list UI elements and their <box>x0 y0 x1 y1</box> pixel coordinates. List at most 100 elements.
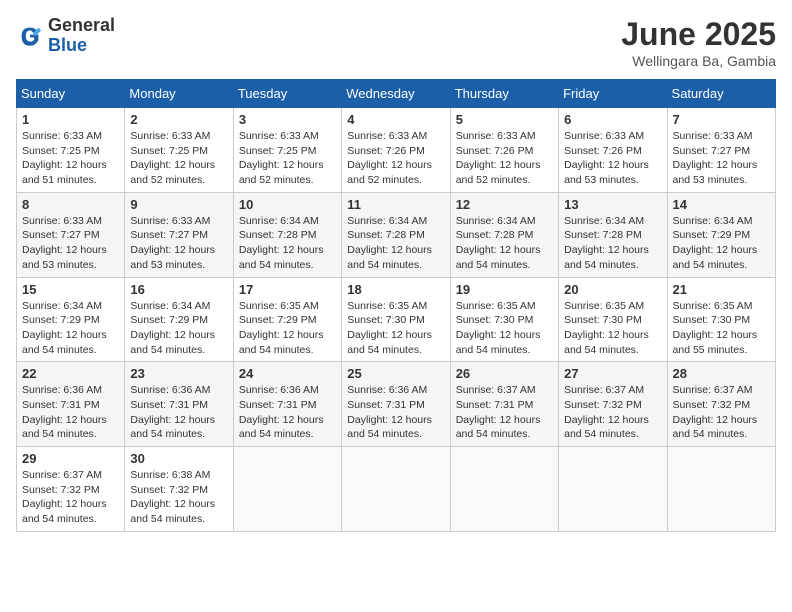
day-number: 10 <box>239 197 336 212</box>
sunrise-label: Sunrise: 6:34 AM <box>239 215 319 227</box>
day-number: 21 <box>673 282 770 297</box>
day-number: 28 <box>673 366 770 381</box>
day-info: Sunrise: 6:33 AM Sunset: 7:27 PM Dayligh… <box>22 214 119 273</box>
sunset-label: Sunset: 7:30 PM <box>347 314 425 326</box>
sunrise-label: Sunrise: 6:37 AM <box>22 469 102 481</box>
day-info: Sunrise: 6:34 AM Sunset: 7:28 PM Dayligh… <box>564 214 661 273</box>
sunset-label: Sunset: 7:31 PM <box>347 399 425 411</box>
daylight-label: Daylight: 12 hours and 54 minutes. <box>456 414 541 441</box>
logo-blue-text: Blue <box>48 36 115 56</box>
calendar-week-row: 1 Sunrise: 6:33 AM Sunset: 7:25 PM Dayli… <box>17 108 776 193</box>
day-info: Sunrise: 6:36 AM Sunset: 7:31 PM Dayligh… <box>22 383 119 442</box>
calendar-cell: 27 Sunrise: 6:37 AM Sunset: 7:32 PM Dayl… <box>559 362 667 447</box>
sunset-label: Sunset: 7:32 PM <box>673 399 751 411</box>
sunrise-label: Sunrise: 6:34 AM <box>130 300 210 312</box>
calendar-cell: 19 Sunrise: 6:35 AM Sunset: 7:30 PM Dayl… <box>450 277 558 362</box>
calendar-cell: 24 Sunrise: 6:36 AM Sunset: 7:31 PM Dayl… <box>233 362 341 447</box>
sunset-label: Sunset: 7:31 PM <box>22 399 100 411</box>
day-info: Sunrise: 6:35 AM Sunset: 7:30 PM Dayligh… <box>564 299 661 358</box>
day-info: Sunrise: 6:33 AM Sunset: 7:27 PM Dayligh… <box>673 129 770 188</box>
calendar-cell: 25 Sunrise: 6:36 AM Sunset: 7:31 PM Dayl… <box>342 362 450 447</box>
daylight-label: Daylight: 12 hours and 54 minutes. <box>347 414 432 441</box>
day-number: 3 <box>239 112 336 127</box>
day-info: Sunrise: 6:33 AM Sunset: 7:26 PM Dayligh… <box>347 129 444 188</box>
sunset-label: Sunset: 7:31 PM <box>456 399 534 411</box>
calendar-cell: 29 Sunrise: 6:37 AM Sunset: 7:32 PM Dayl… <box>17 447 125 532</box>
sunset-label: Sunset: 7:31 PM <box>130 399 208 411</box>
daylight-label: Daylight: 12 hours and 54 minutes. <box>239 329 324 356</box>
calendar-cell: 21 Sunrise: 6:35 AM Sunset: 7:30 PM Dayl… <box>667 277 775 362</box>
sunrise-label: Sunrise: 6:33 AM <box>564 130 644 142</box>
daylight-label: Daylight: 12 hours and 53 minutes. <box>22 244 107 271</box>
sunrise-label: Sunrise: 6:34 AM <box>564 215 644 227</box>
sunrise-label: Sunrise: 6:36 AM <box>347 384 427 396</box>
header-monday: Monday <box>125 80 233 108</box>
daylight-label: Daylight: 12 hours and 54 minutes. <box>564 244 649 271</box>
day-number: 15 <box>22 282 119 297</box>
daylight-label: Daylight: 12 hours and 54 minutes. <box>564 329 649 356</box>
sunset-label: Sunset: 7:29 PM <box>673 229 751 241</box>
calendar-cell: 7 Sunrise: 6:33 AM Sunset: 7:27 PM Dayli… <box>667 108 775 193</box>
sunrise-label: Sunrise: 6:33 AM <box>347 130 427 142</box>
day-number: 8 <box>22 197 119 212</box>
sunset-label: Sunset: 7:25 PM <box>239 145 317 157</box>
sunset-label: Sunset: 7:32 PM <box>22 484 100 496</box>
sunset-label: Sunset: 7:28 PM <box>456 229 534 241</box>
calendar-cell: 13 Sunrise: 6:34 AM Sunset: 7:28 PM Dayl… <box>559 192 667 277</box>
calendar-cell: 11 Sunrise: 6:34 AM Sunset: 7:28 PM Dayl… <box>342 192 450 277</box>
day-number: 1 <box>22 112 119 127</box>
day-info: Sunrise: 6:36 AM Sunset: 7:31 PM Dayligh… <box>130 383 227 442</box>
sunset-label: Sunset: 7:28 PM <box>347 229 425 241</box>
daylight-label: Daylight: 12 hours and 54 minutes. <box>456 329 541 356</box>
calendar-cell: 4 Sunrise: 6:33 AM Sunset: 7:26 PM Dayli… <box>342 108 450 193</box>
sunset-label: Sunset: 7:30 PM <box>564 314 642 326</box>
daylight-label: Daylight: 12 hours and 53 minutes. <box>130 244 215 271</box>
sunrise-label: Sunrise: 6:36 AM <box>239 384 319 396</box>
sunrise-label: Sunrise: 6:36 AM <box>22 384 102 396</box>
day-info: Sunrise: 6:34 AM Sunset: 7:29 PM Dayligh… <box>22 299 119 358</box>
daylight-label: Daylight: 12 hours and 55 minutes. <box>673 329 758 356</box>
calendar-header-row: SundayMondayTuesdayWednesdayThursdayFrid… <box>17 80 776 108</box>
day-info: Sunrise: 6:35 AM Sunset: 7:30 PM Dayligh… <box>673 299 770 358</box>
sunset-label: Sunset: 7:32 PM <box>564 399 642 411</box>
sunrise-label: Sunrise: 6:34 AM <box>673 215 753 227</box>
calendar-week-row: 22 Sunrise: 6:36 AM Sunset: 7:31 PM Dayl… <box>17 362 776 447</box>
daylight-label: Daylight: 12 hours and 52 minutes. <box>347 159 432 186</box>
sunrise-label: Sunrise: 6:34 AM <box>456 215 536 227</box>
day-number: 7 <box>673 112 770 127</box>
day-number: 11 <box>347 197 444 212</box>
calendar-week-row: 29 Sunrise: 6:37 AM Sunset: 7:32 PM Dayl… <box>17 447 776 532</box>
calendar-cell: 15 Sunrise: 6:34 AM Sunset: 7:29 PM Dayl… <box>17 277 125 362</box>
calendar-cell: 23 Sunrise: 6:36 AM Sunset: 7:31 PM Dayl… <box>125 362 233 447</box>
daylight-label: Daylight: 12 hours and 54 minutes. <box>347 244 432 271</box>
logo-text: General Blue <box>48 16 115 56</box>
day-info: Sunrise: 6:37 AM Sunset: 7:32 PM Dayligh… <box>673 383 770 442</box>
calendar-cell: 26 Sunrise: 6:37 AM Sunset: 7:31 PM Dayl… <box>450 362 558 447</box>
sunrise-label: Sunrise: 6:38 AM <box>130 469 210 481</box>
calendar-cell: 5 Sunrise: 6:33 AM Sunset: 7:26 PM Dayli… <box>450 108 558 193</box>
sunset-label: Sunset: 7:32 PM <box>130 484 208 496</box>
calendar-cell: 12 Sunrise: 6:34 AM Sunset: 7:28 PM Dayl… <box>450 192 558 277</box>
day-info: Sunrise: 6:33 AM Sunset: 7:25 PM Dayligh… <box>130 129 227 188</box>
day-number: 23 <box>130 366 227 381</box>
calendar-cell <box>233 447 341 532</box>
sunrise-label: Sunrise: 6:33 AM <box>130 215 210 227</box>
day-number: 30 <box>130 451 227 466</box>
daylight-label: Daylight: 12 hours and 52 minutes. <box>130 159 215 186</box>
calendar-cell <box>450 447 558 532</box>
daylight-label: Daylight: 12 hours and 54 minutes. <box>22 414 107 441</box>
sunset-label: Sunset: 7:27 PM <box>130 229 208 241</box>
sunrise-label: Sunrise: 6:34 AM <box>347 215 427 227</box>
sunrise-label: Sunrise: 6:33 AM <box>130 130 210 142</box>
daylight-label: Daylight: 12 hours and 52 minutes. <box>239 159 324 186</box>
day-info: Sunrise: 6:33 AM Sunset: 7:27 PM Dayligh… <box>130 214 227 273</box>
daylight-label: Daylight: 12 hours and 54 minutes. <box>456 244 541 271</box>
day-number: 4 <box>347 112 444 127</box>
calendar-cell: 17 Sunrise: 6:35 AM Sunset: 7:29 PM Dayl… <box>233 277 341 362</box>
header-tuesday: Tuesday <box>233 80 341 108</box>
sunset-label: Sunset: 7:25 PM <box>22 145 100 157</box>
daylight-label: Daylight: 12 hours and 54 minutes. <box>22 498 107 525</box>
sunset-label: Sunset: 7:28 PM <box>564 229 642 241</box>
calendar-cell: 2 Sunrise: 6:33 AM Sunset: 7:25 PM Dayli… <box>125 108 233 193</box>
sunrise-label: Sunrise: 6:35 AM <box>347 300 427 312</box>
